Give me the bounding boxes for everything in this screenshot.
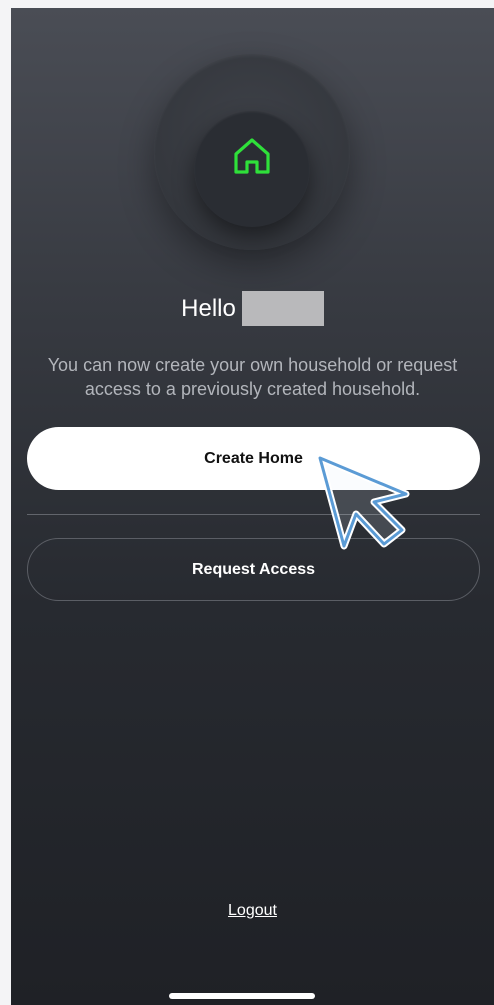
create-home-label: Create Home [204, 449, 303, 467]
redacted-user-name [241, 291, 324, 326]
pointer-cursor-icon [316, 454, 410, 550]
create-home-button[interactable]: Create Home [27, 427, 480, 490]
home-icon [234, 138, 270, 174]
divider [27, 514, 480, 515]
home-indicator [169, 993, 315, 999]
description-text: You can now create your own household or… [47, 355, 458, 399]
logout-link[interactable]: Logout [11, 902, 494, 920]
app-screen: Hello You can now create your own househ… [11, 8, 494, 1005]
request-access-button[interactable]: Request Access [27, 538, 480, 601]
greeting-text: Hello [181, 294, 236, 322]
request-access-label: Request Access [191, 560, 316, 578]
greeting: Hello [11, 291, 494, 326]
